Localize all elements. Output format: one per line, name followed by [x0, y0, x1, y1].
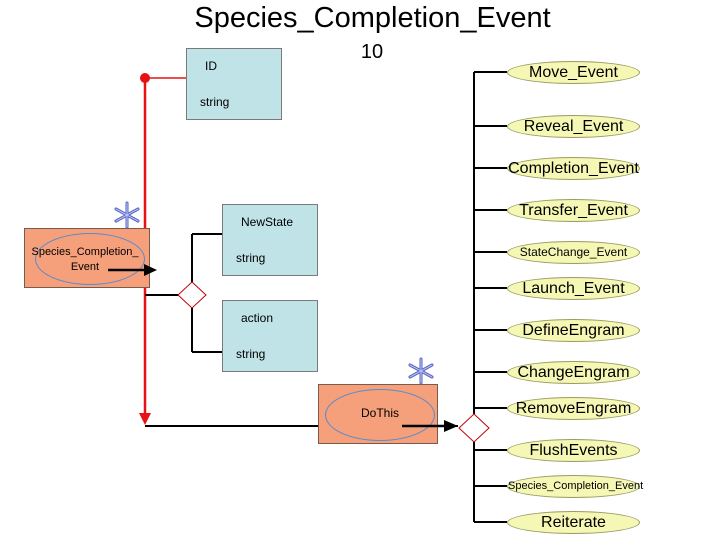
asterisk-icon — [114, 201, 140, 229]
event-defineengram[interactable]: DefineEngram — [507, 319, 640, 342]
event-reiterate[interactable]: Reiterate — [507, 511, 640, 534]
event-changeengram[interactable]: ChangeEngram — [507, 361, 640, 384]
event-reveal-event[interactable]: Reveal_Event — [507, 115, 640, 138]
arrowhead-main — [144, 264, 157, 276]
event-transfer-event[interactable]: Transfer_Event — [507, 199, 640, 222]
asterisk-icon — [408, 357, 434, 385]
event-removeengram[interactable]: RemoveEngram — [507, 397, 640, 420]
event-species-completion-event[interactable]: Species_Completion_Event — [507, 475, 643, 498]
event-move-event[interactable]: Move_Event — [507, 61, 640, 84]
event-completion-event[interactable]: Completion_Event — [507, 157, 640, 180]
event-launch-event[interactable]: Launch_Event — [507, 277, 640, 300]
event-flushevents[interactable]: FlushEvents — [507, 439, 640, 462]
arrowhead-dothis — [444, 420, 458, 432]
event-statechange-event[interactable]: StateChange_Event — [507, 241, 640, 264]
